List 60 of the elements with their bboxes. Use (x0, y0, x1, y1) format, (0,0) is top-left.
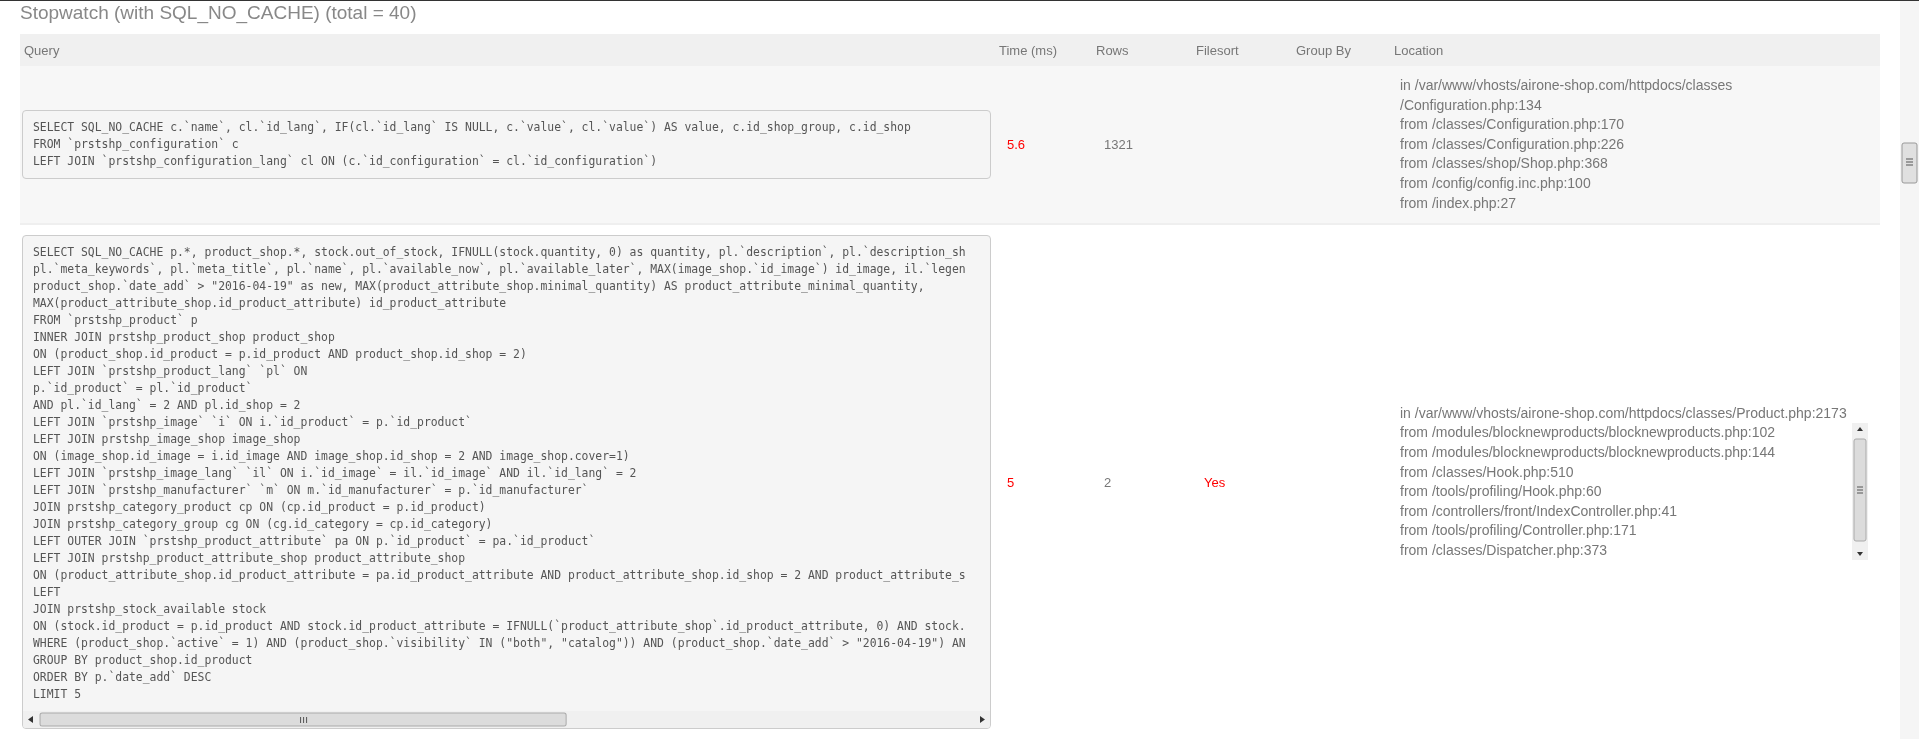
location-line: from /classes/Dispatcher.php:373 (1400, 540, 1608, 560)
location-line: from /config/config.inc.php:100 (1400, 173, 1592, 193)
code-line: SELECT SQL_NO_CACHE c.`name`, cl.`id_lang`, IF(cl.`id_lang` IS NULL, c.`value`, cl.`value`) AS value, c.id_shop_group, c.id_shop (33, 119, 912, 137)
code-line: ON (product_shop.id_product = p.id_product AND product_shop.id_shop = 2) (33, 346, 528, 364)
code-line: FROM `prstshp_product` p (33, 312, 199, 330)
column-header: Filesort (1195, 42, 1239, 58)
code-line: product_shop.`date_add` > "2016-04-19" as new, MAX(product_attribute_shop.minimal_quantity) AS product_attribute_minimal_quantity, (33, 278, 926, 296)
code-line: MAX(product_attribute_shop.id_product_attribute) id_product_attribute (33, 295, 508, 313)
code-line: LEFT JOIN `prstshp_configuration_lang` cl ON (c.`id_configuration` = cl.`id_configuration`) (33, 153, 659, 171)
column-header: Rows (1095, 42, 1129, 58)
location-line: in /var/www/vhosts/airone-shop.com/httpdocs/classes (1400, 76, 1734, 95)
time-value: 5.6 (1006, 137, 1026, 153)
location-line: from /classes/Configuration.php:170 (1400, 115, 1626, 135)
location-line: in /var/www/vhosts/airone-shop.com/httpdocs/classes/Product.php:2173 (1400, 403, 1848, 423)
filesort-value: Yes (1203, 474, 1226, 490)
code-line: SELECT SQL_NO_CACHE p.*, product_shop.*, stock.out_of_stock, IFNULL(stock.quantity, 0) as quantity, pl.`description`, pl.`description_sh (33, 244, 967, 262)
code-line: LEFT JOIN prstshp_product_attribute_shop product_attribute_shop (33, 550, 467, 568)
code-line: WHERE (product_shop.`active` = 1) AND (product_shop.`visibility` IN ("both", "catalog")) AND (product_shop.`date_add` > "2016-04-19") AN (33, 635, 967, 653)
location-line: from /controllers/front/IndexController.php:41 (1400, 501, 1679, 521)
code-line: LEFT (33, 584, 62, 602)
code-line: JOIN prstshp_category_group cg ON (cg.id_category = cp.id_category) (33, 516, 494, 534)
code-line: LEFT JOIN prstshp_image_shop image_shop (33, 431, 302, 449)
location-line: from /index.php:27 (1400, 193, 1517, 213)
location-line: from /modules/blocknewproducts/blocknewproducts.php:144 (1400, 442, 1776, 462)
code-line: pl.`meta_keywords`, pl.`meta_title`, pl.`name`, pl.`available_now`, pl.`available_later`, MAX(image_shop.`id_image`) id_image, il.`legen (33, 261, 967, 279)
location-line: from /modules/blocknewproducts/blocknewproducts.php:102 (1400, 423, 1776, 443)
code-line: ORDER BY p.`date_add` DESC (33, 669, 213, 687)
column-header: Group By (1295, 42, 1351, 58)
code-line: LEFT JOIN `prstshp_manufacturer` `m` ON m.`id_manufacturer` = p.`id_manufacturer` (33, 482, 590, 500)
code-line: p.`id_product` = pl.`id_product` (33, 380, 254, 398)
code-line: ON (image_shop.id_image = i.id_image AND image_shop.id_shop = 2 AND image_shop.cover=1) (33, 448, 631, 466)
column-header: Time (ms) (998, 42, 1057, 58)
code-line: JOIN prstshp_category_product cp ON (cp.id_product = p.id_product) (33, 499, 487, 517)
location-line: /Configuration.php:134 (1400, 95, 1543, 115)
rows-value: 1321 (1103, 137, 1133, 153)
code-line: LEFT JOIN `prstshp_image` `i` ON i.`id_product` = p.`id_product` (33, 414, 473, 432)
code-line: AND pl.`id_lang` = 2 AND pl.id_shop = 2 (33, 397, 302, 415)
code-line: INNER JOIN prstshp_product_shop product_shop (33, 329, 336, 347)
horizontal-scrollbar[interactable] (23, 711, 990, 729)
code-line: LEFT JOIN `prstshp_image_lang` `il` ON i.`id_image` = il.`id_image` AND il.`id_lang` = 2 (33, 465, 638, 483)
code-line: LEFT JOIN `prstshp_product_lang` `pl` ON (33, 363, 309, 381)
code-line: LIMIT 5 (33, 686, 82, 704)
column-header: Query (23, 42, 60, 58)
code-line: JOIN prstshp_stock_available stock (33, 601, 268, 619)
code-line: FROM `prstshp_configuration` c (33, 136, 240, 154)
location-line: from /tools/profiling/Controller.php:171 (1400, 521, 1638, 541)
location-line: from /classes/Hook.php:510 (1400, 462, 1575, 482)
code-line: LEFT OUTER JOIN `prstshp_product_attribute` pa ON p.`id_product` = pa.`id_product` (33, 533, 597, 551)
column-header: Location (1393, 42, 1444, 58)
section-title: Stopwatch (with SQL_NO_CACHE) (total = 40) (20, 1, 418, 26)
location-line: from /tools/profiling/Hook.php:60 (1400, 482, 1603, 502)
code-line: ON (stock.id_product = p.id_product AND stock.id_product_attribute = IFNULL(`product_attribute_shop`.id_product_attribute, 0) AND stock. (33, 618, 967, 636)
page-scrollbar[interactable] (1900, 1, 1919, 739)
vertical-scrollbar[interactable] (1852, 423, 1868, 561)
rows-value: 2 (1103, 474, 1112, 490)
code-line: GROUP BY product_shop.id_product (33, 652, 254, 670)
location-line: from /classes/Configuration.php:226 (1400, 134, 1626, 154)
code-line: ON (product_attribute_shop.id_product_attribute = pa.id_product_attribute AND product_attribute_shop.id_shop = 2 AND product_attribute_s (33, 567, 967, 585)
time-value: 5 (1006, 474, 1015, 490)
location-line: from /classes/shop/Shop.php:368 (1400, 154, 1609, 174)
